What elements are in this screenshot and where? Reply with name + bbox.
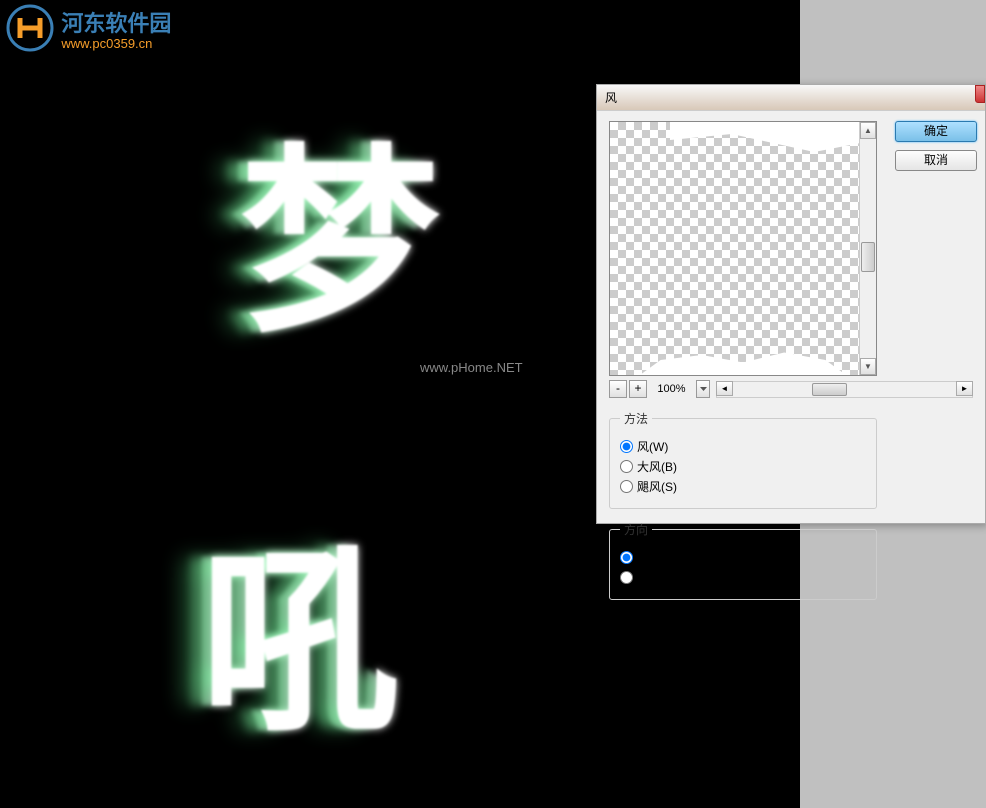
close-button[interactable] bbox=[975, 85, 985, 103]
radio-from-right-label: 从右(R) bbox=[637, 549, 678, 566]
radio-stagger[interactable]: 飓风(S) bbox=[620, 478, 866, 495]
radio-from-left-label: 从左(L) bbox=[637, 569, 676, 586]
zoom-controls: - + 100% ◄ ► bbox=[609, 380, 973, 398]
cancel-button[interactable]: 取消 bbox=[895, 150, 977, 171]
radio-from-left[interactable]: 从左(L) bbox=[620, 569, 866, 586]
radio-from-left-input[interactable] bbox=[620, 571, 633, 584]
logo-title: 河东软件园 bbox=[61, 6, 171, 38]
scroll-down-icon[interactable]: ▼ bbox=[860, 358, 876, 375]
radio-from-right-input[interactable] bbox=[620, 551, 633, 564]
radio-wind-label: 风(W) bbox=[637, 438, 668, 455]
preview-scrollbar-vertical[interactable]: ▲ ▼ bbox=[859, 122, 876, 375]
radio-from-right[interactable]: 从右(R) bbox=[620, 549, 866, 566]
center-watermark: www.pHome.NET bbox=[420, 360, 523, 375]
direction-legend: 方向 bbox=[620, 521, 652, 538]
canvas-text-2: 吼 bbox=[200, 480, 400, 770]
radio-stagger-label: 飓风(S) bbox=[637, 478, 677, 495]
dialog-titlebar[interactable]: 风 bbox=[597, 85, 985, 111]
direction-fieldset: 方向 从右(R) 从左(L) bbox=[609, 521, 877, 600]
zoom-out-button[interactable]: - bbox=[609, 380, 627, 398]
logo-url: www.pc0359.cn bbox=[61, 36, 171, 51]
scroll-thumb-vertical[interactable] bbox=[861, 242, 875, 272]
scroll-left-icon[interactable]: ◄ bbox=[716, 381, 733, 396]
radio-wind[interactable]: 风(W) bbox=[620, 438, 866, 455]
radio-wind-input[interactable] bbox=[620, 440, 633, 453]
radio-blast[interactable]: 大风(B) bbox=[620, 458, 866, 475]
zoom-dropdown[interactable] bbox=[696, 380, 710, 398]
preview-scrollbar-horizontal[interactable]: ◄ ► bbox=[716, 381, 973, 398]
logo-icon bbox=[6, 4, 54, 52]
radio-stagger-input[interactable] bbox=[620, 480, 633, 493]
ok-button[interactable]: 确定 bbox=[895, 121, 977, 142]
zoom-in-button[interactable]: + bbox=[629, 380, 647, 398]
dialog-title: 风 bbox=[605, 91, 617, 105]
preview-box[interactable]: ▲ ▼ bbox=[609, 121, 877, 376]
canvas-text-1: 梦 bbox=[240, 80, 440, 370]
scroll-right-icon[interactable]: ► bbox=[956, 381, 973, 396]
wind-filter-dialog: 风 ▲ ▼ - + 100% ◄ ► bbox=[596, 84, 986, 524]
watermark-logo: 河东软件园 www.pc0359.cn bbox=[6, 4, 196, 52]
chevron-down-icon bbox=[700, 387, 707, 391]
radio-blast-input[interactable] bbox=[620, 460, 633, 473]
scroll-up-icon[interactable]: ▲ bbox=[860, 122, 876, 139]
radio-blast-label: 大风(B) bbox=[637, 458, 677, 475]
method-fieldset: 方法 风(W) 大风(B) 飓风(S) bbox=[609, 410, 877, 509]
zoom-value: 100% bbox=[649, 383, 694, 395]
method-legend: 方法 bbox=[620, 410, 652, 427]
scroll-thumb-horizontal[interactable] bbox=[812, 383, 847, 396]
